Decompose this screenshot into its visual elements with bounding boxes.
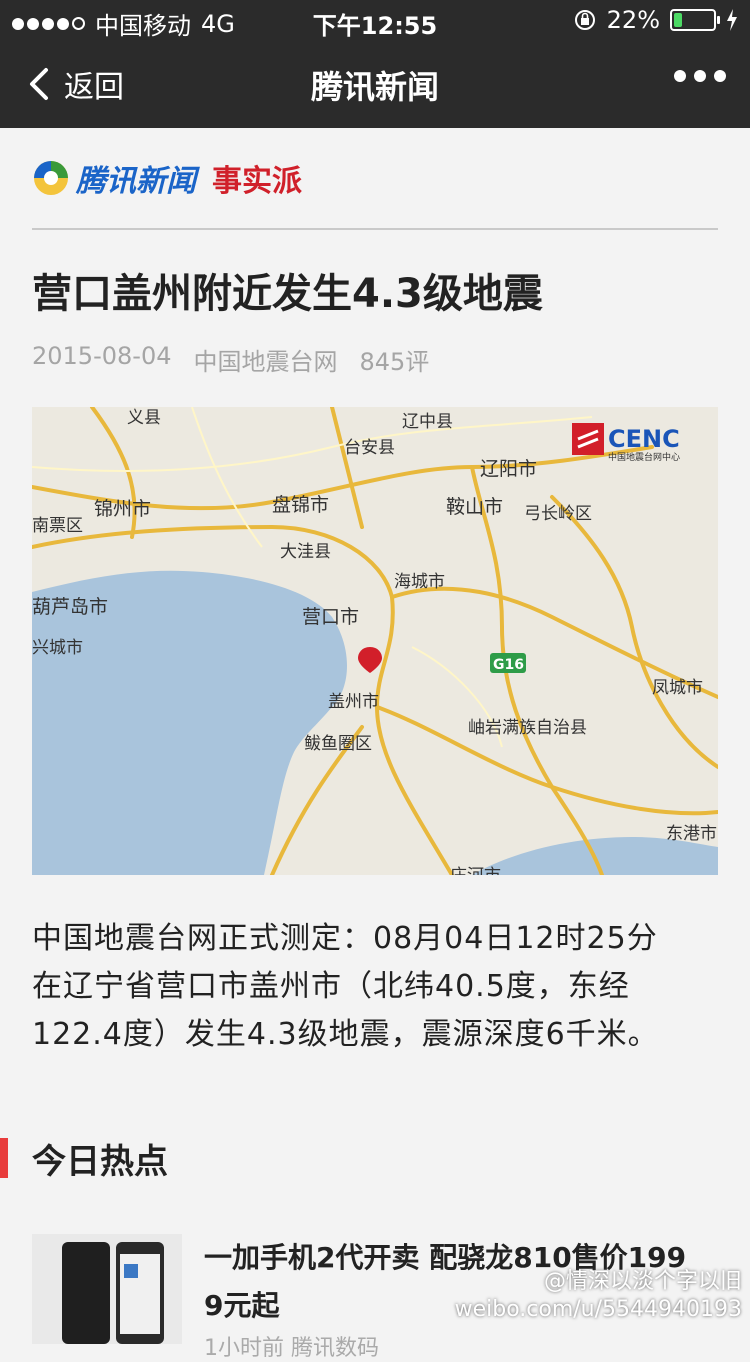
battery-percent: 22% (606, 6, 660, 34)
more-options-button[interactable] (674, 70, 726, 82)
watermark-url: weibo.com/u/5544940193 (454, 1297, 742, 1322)
article-content: 腾讯新闻 事实派 营口盖州附近发生4.3级地震 2015-08-04 中国地震台… (32, 128, 718, 1059)
map-label-liaozhong: 辽中县 (402, 412, 453, 432)
article-body-line: 中国地震台网正式测定：08月04日12时25分 (32, 921, 658, 956)
section-accent-bar (0, 1138, 8, 1178)
brand-header: 腾讯新闻 事实派 (32, 128, 718, 230)
earthquake-map[interactable]: 义县 辽中县 台安县 辽阳市 锦州市 盘锦市 鞍山市 弓长岭区 南票区 大洼县 … (32, 407, 718, 875)
brand-subtitle: 事实派 (212, 164, 302, 199)
news-meta: 1小时前 腾讯数码 (204, 1336, 379, 1361)
map-label-donggang: 东港市 (666, 824, 717, 844)
article-comments[interactable]: 845评 (359, 342, 429, 377)
nav-title: 腾讯新闻 (310, 68, 439, 106)
section-today-hot: 今日热点 (0, 1134, 750, 1194)
map-label-yixian: 义县 (127, 408, 161, 428)
more-dot-icon (714, 70, 726, 82)
cenc-logo-icon (572, 423, 604, 455)
map-label-xiuyan: 岫岩满族自治县 (468, 718, 587, 738)
map-label-haicheng: 海城市 (394, 572, 445, 592)
map-label-gaizhou: 盖州市 (328, 692, 379, 712)
cenc-logo-subtitle: 中国地震台网中心 (608, 451, 680, 463)
map-label-taian: 台安县 (344, 438, 395, 458)
more-dot-icon (674, 70, 686, 82)
watermark-user: @情深以淡个字以旧 (543, 1269, 742, 1294)
rotation-lock-icon (574, 10, 595, 30)
map-label-huludao: 葫芦岛市 (32, 596, 108, 618)
map-label-panjin: 盘锦市 (272, 494, 329, 516)
map-graphic: 义县 辽中县 台安县 辽阳市 锦州市 盘锦市 鞍山市 弓长岭区 南票区 大洼县 … (32, 407, 718, 875)
map-label-dawa: 大洼县 (280, 542, 331, 562)
map-label-liaoyang: 辽阳市 (480, 458, 537, 480)
weibo-watermark: @情深以淡个字以旧 weibo.com/u/5544940193 (455, 1268, 742, 1324)
article-source[interactable]: 中国地震台网 (193, 342, 337, 377)
map-label-zhuanghe: 庄河市 (450, 866, 501, 875)
brand-logo: 腾讯新闻 事实派 (32, 156, 302, 200)
map-label-nanpiao: 南票区 (32, 516, 83, 536)
charging-icon (727, 9, 737, 31)
article-body: 中国地震台网正式测定：08月04日12时25分 在辽宁省营口市盖州市（北纬40.… (32, 915, 718, 1059)
map-label-jinzhou: 锦州市 (94, 498, 151, 520)
section-title: 今日热点 (32, 1142, 168, 1182)
map-highway-g16: G16 (493, 657, 524, 673)
article-body-line: 122.4度）发生4.3级地震，震源深度6千米。 (32, 1017, 659, 1052)
article-body-line: 在辽宁省营口市盖州市（北纬40.5度，东经 (32, 969, 630, 1004)
phone-image-icon (32, 1234, 182, 1344)
nav-bar: 返回 腾讯新闻 (0, 40, 750, 128)
news-thumbnail (32, 1234, 182, 1344)
status-right: 22% (573, 6, 738, 34)
status-bar: 中国移动 4G 下午12:55 22% (0, 0, 750, 40)
map-label-anshan: 鞍山市 (446, 496, 503, 518)
map-label-bayuquan: 鲅鱼圈区 (304, 734, 372, 754)
map-label-yingkou: 营口市 (302, 606, 359, 628)
tencent-news-logo-icon (34, 161, 68, 195)
article-date: 2015-08-04 (32, 342, 172, 370)
battery-icon (670, 9, 720, 31)
more-dot-icon (694, 70, 706, 82)
brand-name: 腾讯新闻 (76, 164, 196, 199)
article-meta: 2015-08-04 中国地震台网 845评 (32, 342, 718, 377)
map-label-gongchangling: 弓长岭区 (524, 504, 592, 524)
map-label-fengcheng: 凤城市 (652, 678, 703, 698)
article-title: 营口盖州附近发生4.3级地震 (32, 271, 543, 317)
map-label-xingcheng: 兴城市 (32, 638, 83, 658)
cenc-logo-text: CENC (608, 425, 680, 453)
